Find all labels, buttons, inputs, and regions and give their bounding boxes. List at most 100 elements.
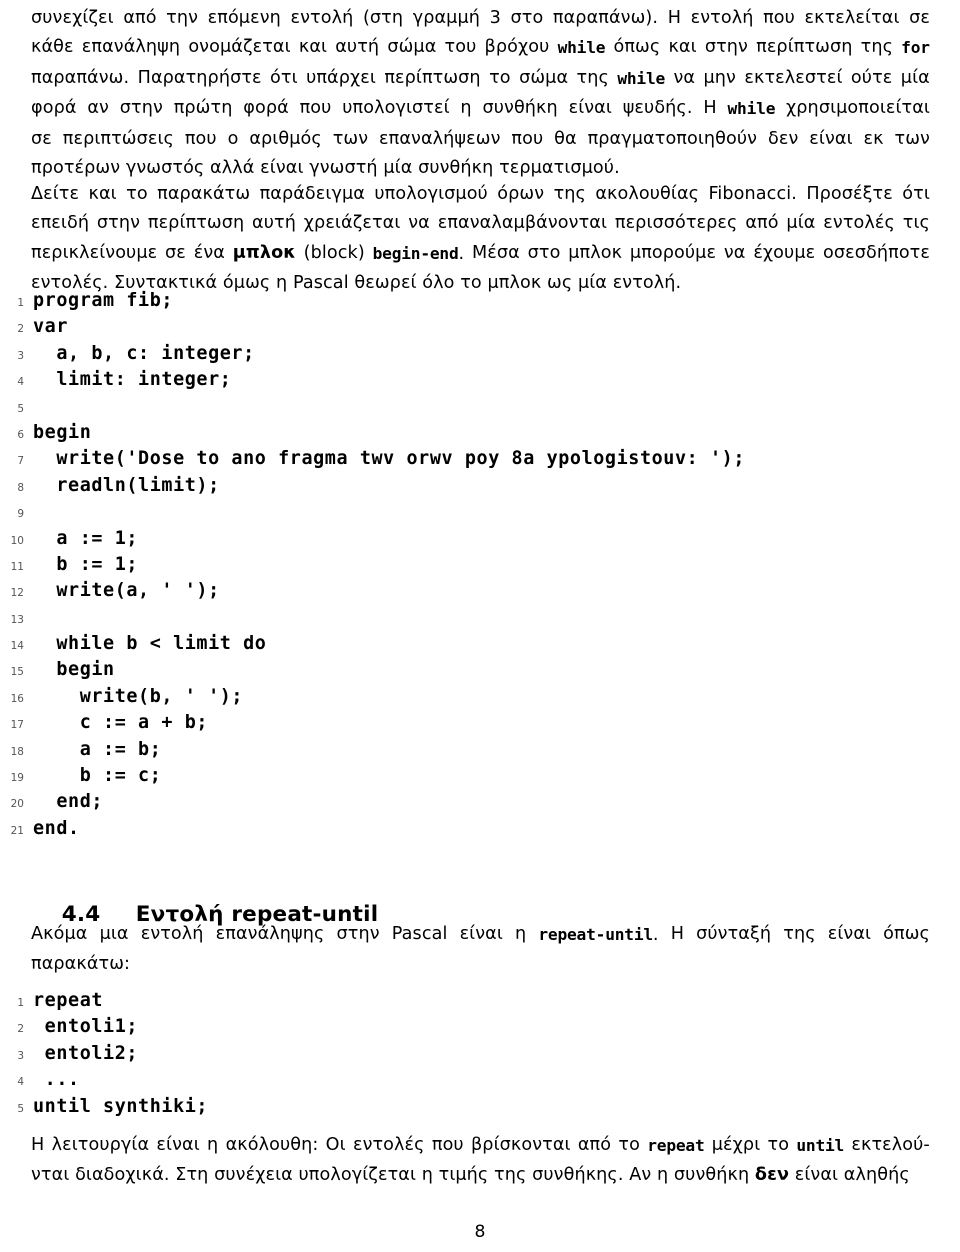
keyword-token: n xyxy=(410,243,421,263)
text-run: Παρατηρήστε xyxy=(137,67,262,88)
text-run: επανάληψη xyxy=(81,37,181,58)
text-run: επανάληψης xyxy=(215,924,325,944)
text-run: εκτελείται xyxy=(804,8,900,28)
text-run: το xyxy=(618,1135,640,1155)
text-run: της xyxy=(553,184,586,204)
paragraph-repeat-until-semantics-line: νται διαδοχικά. Στη συνέχεια υπολογίζετα… xyxy=(31,1165,910,1186)
text-run: επαναλαμβάνονται xyxy=(437,213,608,234)
keyword-token: h xyxy=(626,68,637,88)
keyword-token: e xyxy=(765,99,776,119)
text-run: επαναλήψεων xyxy=(379,128,501,149)
text-run: Η xyxy=(703,98,717,119)
text-run: και xyxy=(298,37,328,58)
text-run: περίπτωση xyxy=(756,37,853,58)
code-line: 1 repeat xyxy=(0,988,960,1014)
text-run: το xyxy=(767,1135,790,1155)
code-line: 8 readln(limit); xyxy=(0,473,960,499)
code-line-text: write('Dose to ano fragma twv orwv poy 8… xyxy=(33,448,745,470)
keyword-token: f xyxy=(901,38,911,58)
text-run: είναι xyxy=(568,98,612,119)
text-run: όπως xyxy=(883,924,930,944)
keyword-token: e xyxy=(429,243,440,263)
text-run: σε xyxy=(909,8,930,28)
text-run: σε xyxy=(165,242,186,263)
text-run: είναι xyxy=(459,924,503,944)
paragraph-while-explanation-line: συνεχίζει από την επόμενη εντολή (στη γραμμή 3 σ… xyxy=(31,4,930,33)
text-run: στην xyxy=(336,924,380,944)
code-line: 7 write('Dose to ano fragma twv orwv poy… xyxy=(0,446,960,472)
text-run: ο xyxy=(227,128,239,149)
keyword-token: e xyxy=(595,38,606,58)
code-listing-fib: 1 program fib; 2 var 3 a, b, c: integer; 4 li… xyxy=(0,288,960,842)
code-line: 21 end. xyxy=(0,816,960,842)
code-line-text: while b < limit do xyxy=(33,633,267,655)
keyword-token: e xyxy=(382,243,392,263)
code-line-text: begin xyxy=(33,421,92,443)
text-run: while xyxy=(558,33,606,63)
keyword-token: n xyxy=(614,925,625,944)
code-line-text: until synthiki; xyxy=(33,1095,209,1117)
text-run: Ακόμα xyxy=(31,924,88,944)
keyword-token: t xyxy=(815,1136,825,1155)
keyword-token: i xyxy=(633,925,644,944)
text-run: λειτουργία xyxy=(51,1135,150,1155)
text-run: εκτελεστεί xyxy=(744,67,843,88)
code-line: 2 entoli1; xyxy=(0,1014,960,1040)
text-run: από xyxy=(123,8,157,28)
emphasis-term: κ xyxy=(283,242,296,263)
text-run: επόμενη xyxy=(207,8,281,28)
paragraph-repeat-until-semantics-line: Ηλειτουργία είναι η ακόλουθη: Οι εντολές που βρ… xyxy=(31,1131,930,1161)
keyword-token: i xyxy=(636,68,646,88)
text-run: να xyxy=(723,242,746,263)
text-run: μία xyxy=(900,67,930,88)
text-run: while xyxy=(617,64,665,94)
text-run: ακόλουθη: xyxy=(225,1135,319,1155)
text-run: εντολές xyxy=(823,213,895,234)
code-line: 2 var xyxy=(0,314,960,340)
code-line-text: var xyxy=(33,316,69,338)
code-line-text: a := b; xyxy=(33,738,162,760)
text-run: που xyxy=(299,98,332,119)
code-line-text: b := 1; xyxy=(33,553,139,575)
text-run: συνεχίζει xyxy=(31,8,114,28)
text-run: η xyxy=(515,924,527,944)
text-run: εντολή xyxy=(690,8,754,28)
code-line-text: write(a, ' '); xyxy=(33,580,220,602)
text-run: την xyxy=(166,8,199,28)
text-run: ούτε xyxy=(850,67,893,88)
text-run: παρακάτω xyxy=(157,184,251,204)
text-run: αυτή xyxy=(252,213,296,234)
keyword-token: o xyxy=(910,38,921,58)
code-line-text: program fib; xyxy=(33,290,174,311)
text-run: αν xyxy=(87,98,109,119)
paragraph-repeat-until-semantics: Ηλειτουργία είναι η ακόλουθη: Οι εντολές που βρ… xyxy=(31,1131,930,1191)
text-run: υπολογιστεί xyxy=(342,98,450,119)
text-run: (block) xyxy=(303,242,365,263)
text-run: να xyxy=(408,213,430,234)
keyword-token: w xyxy=(727,99,738,119)
emphasis-term: ο xyxy=(271,242,284,263)
text-run: το xyxy=(126,184,148,204)
text-run: φορά xyxy=(243,98,289,119)
code-line-text: a, b, c: integer; xyxy=(33,342,255,364)
text-run: Προσέξτε xyxy=(806,184,893,204)
text-run: που xyxy=(184,128,217,149)
keyword-token: e xyxy=(567,925,577,944)
paragraph-repeat-until-intro-line: παρακάτω: xyxy=(31,954,131,975)
text-run: δεν xyxy=(768,128,799,149)
paragraph-while-explanation-line: κάθε επανάληψη ονομάζεται και αυτή σώμα του βρό… xyxy=(31,33,930,63)
code-line: 15 begin xyxy=(0,657,960,683)
text-run: όπως xyxy=(613,37,661,58)
emphasis-term: μ xyxy=(232,242,246,263)
code-line: 11 b := 1; xyxy=(0,552,960,578)
text-run: χρησιμοποιείται xyxy=(786,98,930,119)
keyword-token: h xyxy=(567,38,577,58)
keyword-token: u xyxy=(605,925,615,944)
text-run: εκτελού- xyxy=(851,1135,930,1155)
text-run: μπλοκ xyxy=(233,239,296,269)
text-run: στο xyxy=(510,8,544,28)
text-run: εκ xyxy=(863,128,884,149)
text-run: της xyxy=(783,924,816,944)
code-line: 3 entoli2; xyxy=(0,1041,960,1067)
keyword-token: e xyxy=(655,68,666,88)
